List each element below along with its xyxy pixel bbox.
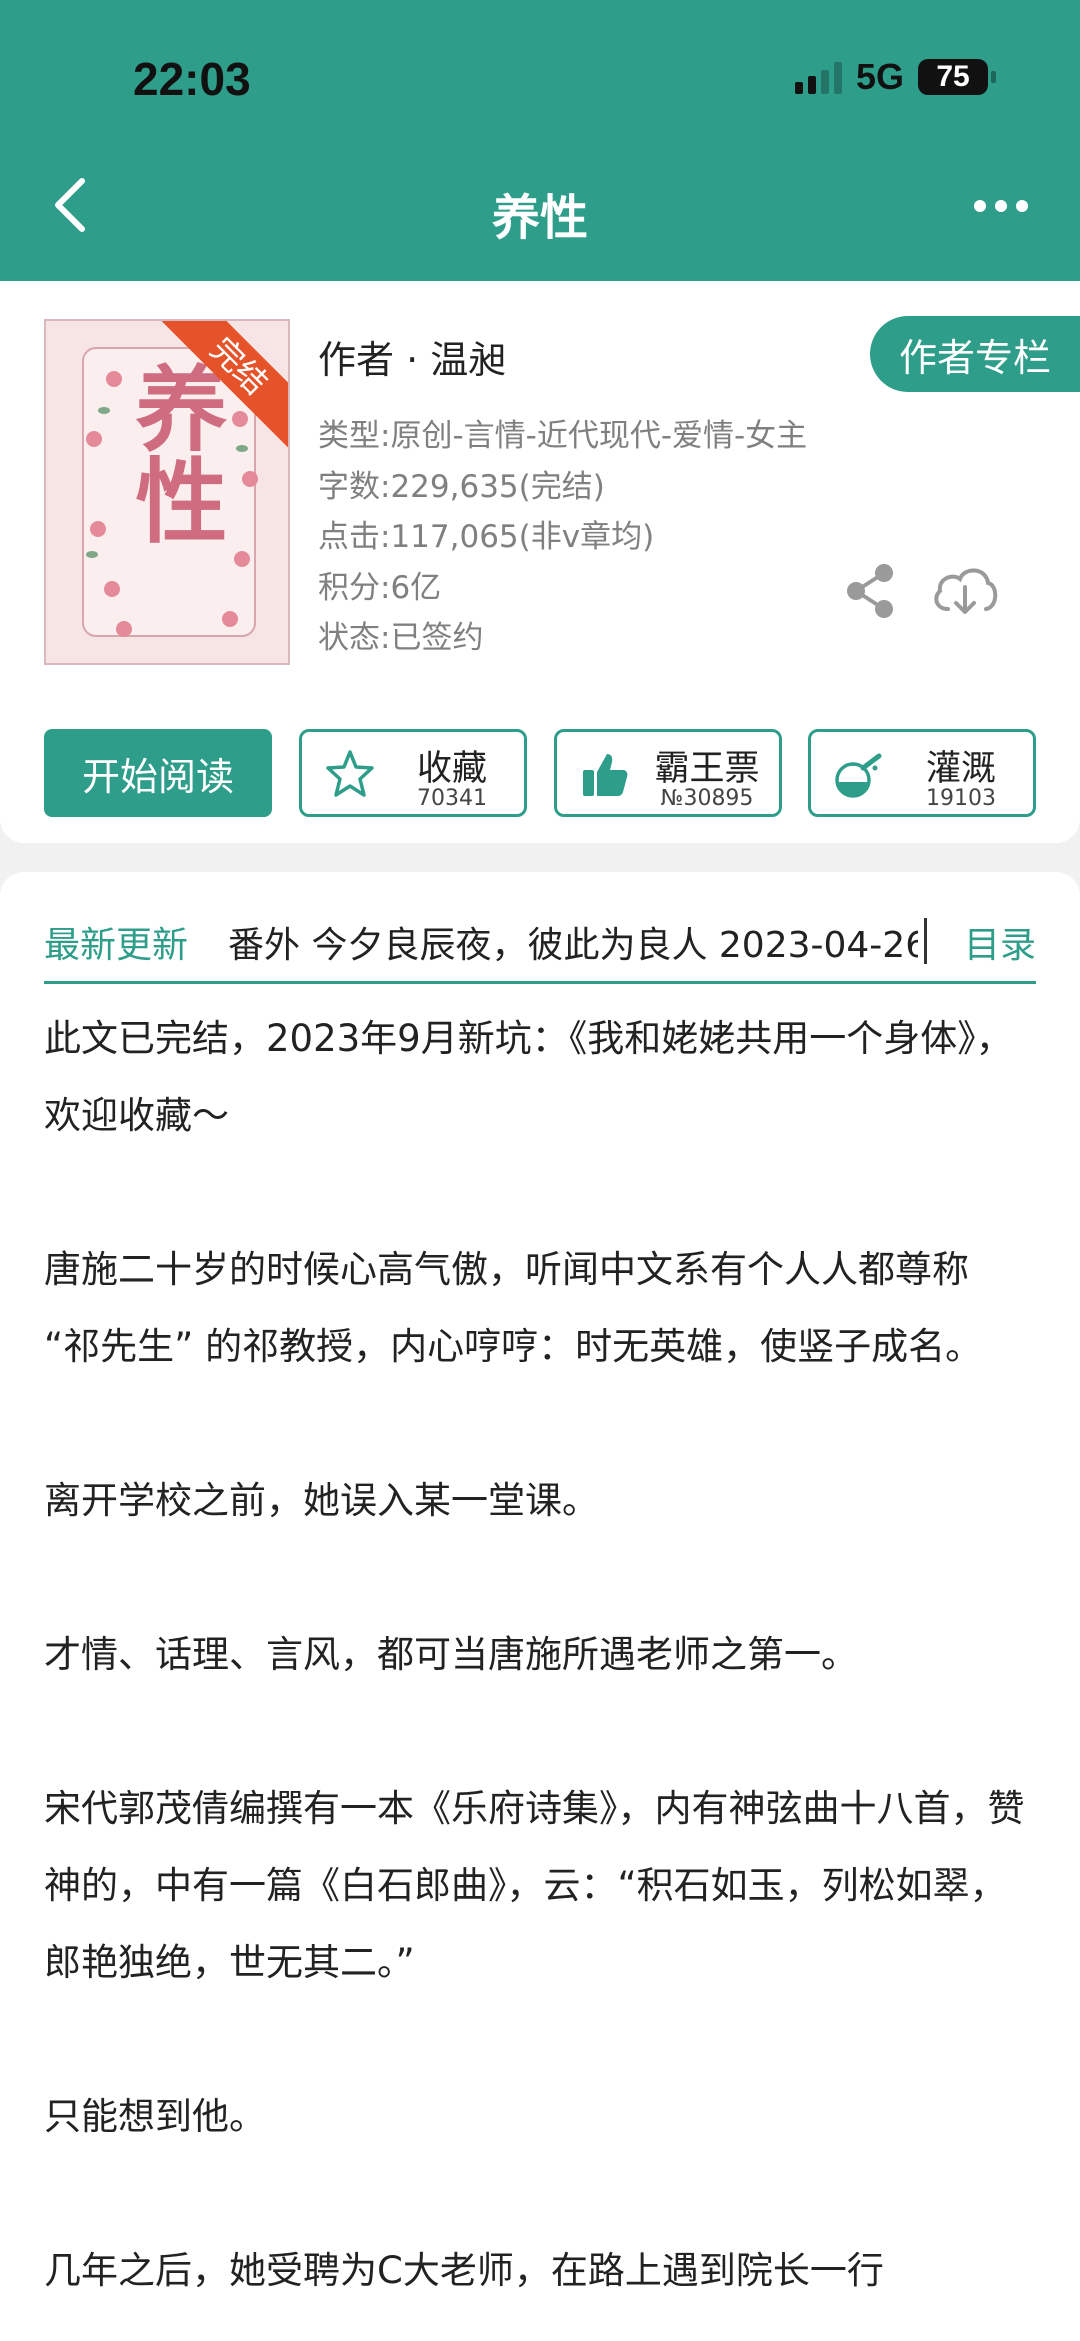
favorite-count: 70341 <box>417 786 487 811</box>
table-of-contents-link[interactable]: 目录 <box>964 916 1036 968</box>
meta-status: 状态:已签约 <box>318 620 484 656</box>
meta-genre: 类型:原创-言情-近代现代-爱情-女主 <box>318 418 808 454</box>
book-synopsis: 此文已完结，2023年9月新坑：《我和姥姥共用一个身体》，欢迎收藏～ 唐施二十岁… <box>44 1000 1030 2309</box>
start-reading-button[interactable]: 开始阅读 <box>44 729 272 817</box>
download-cloud-icon[interactable] <box>930 563 1000 619</box>
thumbs-up-icon <box>583 754 628 796</box>
synopsis-paragraph: 唐施二十岁的时候心高气傲，听闻中文系有个人人都尊称 “祁先生” 的祁教授，内心哼… <box>44 1248 983 1368</box>
favorite-button[interactable]: 收藏 70341 <box>299 729 527 817</box>
book-meta: 类型:原创-言情-近代现代-爱情-女主 字数:229,635(完结) 点击:11… <box>318 411 807 664</box>
synopsis-paragraph: 离开学校之前，她误入某一堂课。 <box>44 1479 599 1522</box>
synopsis-paragraph: 只能想到他。 <box>44 2095 266 2138</box>
overlord-ticket-count: №30895 <box>660 786 754 811</box>
page-title: 养性 <box>491 190 588 246</box>
content-card: 最新更新 番外 今夕良辰夜，彼此为良人 2023-04-26 目录 此文已完结，… <box>0 872 1080 2341</box>
status-indicators: 5G 75 <box>794 56 996 98</box>
network-type: 5G <box>855 56 904 97</box>
author-name[interactable]: 作者 · 温昶 <box>318 329 506 384</box>
synopsis-paragraph: 几年之后，她受聘为C大老师，在路上遇到院长一行 <box>44 2249 884 2292</box>
battery-icon: 75 <box>918 59 996 95</box>
meta-points: 积分:6亿 <box>318 569 442 606</box>
latest-update-row[interactable]: 最新更新 番外 今夕良辰夜，彼此为良人 2023-04-26 目录 <box>44 892 1036 984</box>
synopsis-paragraph: 宋代郭茂倩编撰有一本《乐府诗集》，内有神弦曲十八首，赞神的，中有一篇《白石郎曲》… <box>44 1787 1025 1984</box>
meta-clicks: 点击:117,065(非v章均) <box>318 519 655 555</box>
book-info-card: 养性 完结 作者 · 温昶 作者专栏 类型:原创-言情-近代现代-爱情-女主 字… <box>0 281 1080 843</box>
irrigate-count: 19103 <box>926 786 996 811</box>
watering-flask-icon <box>835 753 882 798</box>
irrigate-label: 灌溉 <box>925 749 996 789</box>
divider <box>924 918 927 964</box>
latest-update-text[interactable]: 番外 今夕良辰夜，彼此为良人 2023-04-26 <box>228 916 918 968</box>
battery-level: 75 <box>936 60 970 93</box>
share-icon[interactable] <box>844 563 898 619</box>
app-header: 22:03 5G 75 养性 <box>0 0 1080 281</box>
overlord-ticket-label: 霸王票 <box>654 749 760 789</box>
favorite-label: 收藏 <box>416 749 487 789</box>
star-icon <box>326 750 374 797</box>
author-column-button[interactable]: 作者专栏 <box>870 316 1080 392</box>
signal-icon <box>794 60 842 94</box>
status-time: 22:03 <box>133 53 251 105</box>
synopsis-paragraph: 此文已完结，2023年9月新坑：《我和姥姥共用一个身体》，欢迎收藏～ <box>44 1017 1013 1137</box>
meta-word-count: 字数:229,635(完结) <box>318 468 605 505</box>
synopsis-paragraph: 才情、话理、言风，都可当唐施所遇老师之第一。 <box>44 1633 858 1676</box>
irrigate-button[interactable]: 灌溉 19103 <box>808 729 1036 817</box>
book-cover[interactable]: 养性 完结 <box>44 319 290 665</box>
more-options-icon[interactable] <box>974 200 1028 212</box>
overlord-ticket-button[interactable]: 霸王票 №30895 <box>554 729 782 817</box>
cover-title: 养性 <box>120 361 228 545</box>
latest-update-label: 最新更新 <box>44 925 189 966</box>
